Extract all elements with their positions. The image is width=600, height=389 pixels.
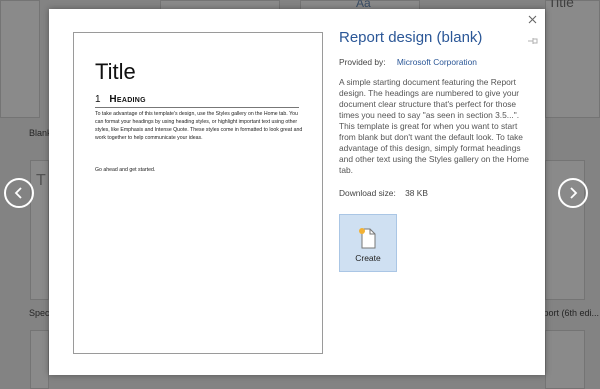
chevron-left-icon xyxy=(14,187,22,199)
create-button[interactable]: Create xyxy=(339,214,397,272)
download-size: Download size: 38 KB xyxy=(339,188,527,198)
template-description: A simple starting document featuring the… xyxy=(339,77,529,175)
preview-body-2: Go ahead and get started. xyxy=(95,167,156,173)
next-template-button[interactable] xyxy=(558,178,588,208)
preview-heading-rule xyxy=(95,107,299,108)
preview-heading: 1 Heading xyxy=(95,94,146,105)
preview-body: To take advantage of this template's des… xyxy=(95,111,303,141)
close-icon xyxy=(528,15,536,23)
download-size-value: 38 KB xyxy=(405,188,428,198)
preview-title: Title xyxy=(95,59,136,84)
preview-heading-number: 1 xyxy=(95,94,101,105)
document-preview: Title 1 Heading To take advantage of thi… xyxy=(73,32,323,354)
close-button[interactable] xyxy=(525,12,539,26)
pin-icon xyxy=(528,38,538,44)
provided-by: Provided by: Microsoft Corporation xyxy=(339,57,527,67)
new-document-icon xyxy=(359,228,376,249)
download-size-label: Download size: xyxy=(339,188,396,198)
create-label: Create xyxy=(355,253,381,263)
previous-template-button[interactable] xyxy=(4,178,34,208)
provided-by-link[interactable]: Microsoft Corporation xyxy=(397,57,477,67)
template-title: Report design (blank) xyxy=(339,29,483,46)
pin-button[interactable] xyxy=(527,33,539,44)
provided-by-label: Provided by: xyxy=(339,57,386,67)
preview-heading-text: Heading xyxy=(109,94,146,105)
chevron-right-icon xyxy=(570,187,578,199)
template-info: Report design (blank) Provided by: Micro… xyxy=(339,29,529,198)
template-preview-dialog: Title 1 Heading To take advantage of thi… xyxy=(49,9,545,375)
